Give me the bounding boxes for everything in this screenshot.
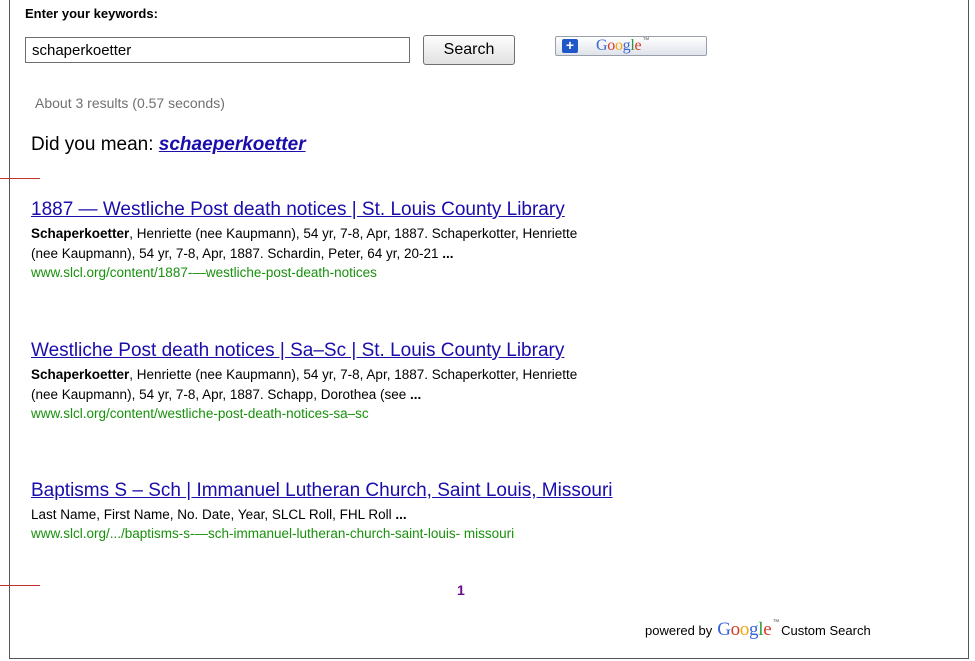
- powered-by-label: powered by: [645, 623, 713, 638]
- page-number-current[interactable]: 1: [457, 582, 465, 598]
- search-input[interactable]: [25, 37, 410, 63]
- search-button[interactable]: Search: [423, 35, 515, 65]
- suggestion-link[interactable]: schaeperkoetter: [159, 134, 306, 155]
- result-title-link[interactable]: Baptisms S – Sch | Immanuel Lutheran Chu…: [31, 480, 831, 502]
- result-snippet: Schaperkoetter, Henriette (nee Kaupmann)…: [31, 367, 578, 402]
- did-you-mean: Did you mean: schaeperkoetter: [31, 134, 306, 156]
- search-result: Baptisms S – Sch | Immanuel Lutheran Chu…: [31, 480, 831, 543]
- search-result: Westliche Post death notices | Sa–Sc | S…: [31, 340, 831, 423]
- result-stats: About 3 results (0.57 seconds): [35, 95, 225, 111]
- powered-by-google: powered by Google™ Custom Search: [645, 619, 871, 641]
- result-url: www.slcl.org/content/1887-—westliche-pos…: [31, 265, 377, 280]
- result-snippet: Schaperkoetter, Henriette (nee Kaupmann)…: [31, 226, 578, 261]
- google-logo: Google™: [717, 619, 780, 640]
- keywords-label: Enter your keywords:: [25, 6, 158, 21]
- did-you-mean-label: Did you mean:: [31, 134, 159, 155]
- search-result: 1887 — Westliche Post death notices | St…: [31, 199, 831, 282]
- result-snippet: Last Name, First Name, No. Date, Year, S…: [31, 507, 407, 522]
- result-title-link[interactable]: Westliche Post death notices | Sa–Sc | S…: [31, 340, 831, 362]
- result-title-link[interactable]: 1887 — Westliche Post death notices | St…: [31, 199, 831, 221]
- red-marker-line: [0, 178, 40, 179]
- result-url: www.slcl.org/.../baptisms-s-—sch-immanue…: [31, 526, 515, 541]
- add-to-google-button[interactable]: + Google™: [555, 36, 707, 56]
- plus-icon: +: [562, 38, 578, 53]
- custom-search-label: Custom Search: [781, 623, 871, 638]
- google-logo: Google™: [596, 37, 650, 54]
- red-marker-line: [0, 585, 40, 586]
- result-url: www.slcl.org/content/westliche-post-deat…: [31, 406, 369, 421]
